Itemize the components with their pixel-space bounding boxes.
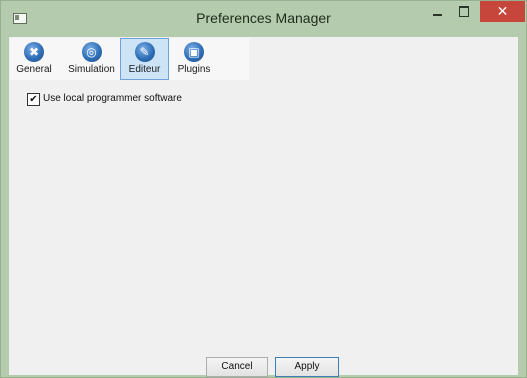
maximize-button[interactable] xyxy=(451,1,478,23)
title-bar[interactable]: Preferences Manager ✕ xyxy=(1,1,526,36)
tab-plugins-label: Plugins xyxy=(177,64,211,75)
tools-icon: ✖ xyxy=(24,42,44,62)
tab-general[interactable]: ✖ General xyxy=(10,38,58,80)
use-local-programmer-label[interactable]: Use local programmer software xyxy=(43,92,182,106)
category-toolbar: ✖ General ◎ Simulation ✎ Editeur ▣ Plugi… xyxy=(10,38,249,80)
tab-editeur[interactable]: ✎ Editeur xyxy=(120,38,169,80)
editor-icon: ✎ xyxy=(134,42,155,62)
close-button[interactable]: ✕ xyxy=(480,1,525,22)
plugins-icon: ▣ xyxy=(184,42,204,62)
simulation-icon: ◎ xyxy=(81,42,102,62)
tab-plugins[interactable]: ▣ Plugins xyxy=(171,38,217,80)
apply-button[interactable]: Apply xyxy=(275,357,339,377)
tab-simulation[interactable]: ◎ Simulation xyxy=(62,38,121,80)
minimize-button[interactable] xyxy=(424,1,451,23)
tab-general-label: General xyxy=(16,64,52,75)
preferences-window: Preferences Manager ✕ ✖ General ◎ Simula… xyxy=(0,0,527,378)
preferences-content: ✖ General ◎ Simulation ✎ Editeur ▣ Plugi… xyxy=(9,37,518,377)
tab-editeur-label: Editeur xyxy=(128,64,161,75)
tab-simulation-label: Simulation xyxy=(68,64,115,75)
use-local-programmer-checkbox[interactable]: ✔ xyxy=(27,93,40,106)
cancel-button[interactable]: Cancel xyxy=(206,357,268,377)
